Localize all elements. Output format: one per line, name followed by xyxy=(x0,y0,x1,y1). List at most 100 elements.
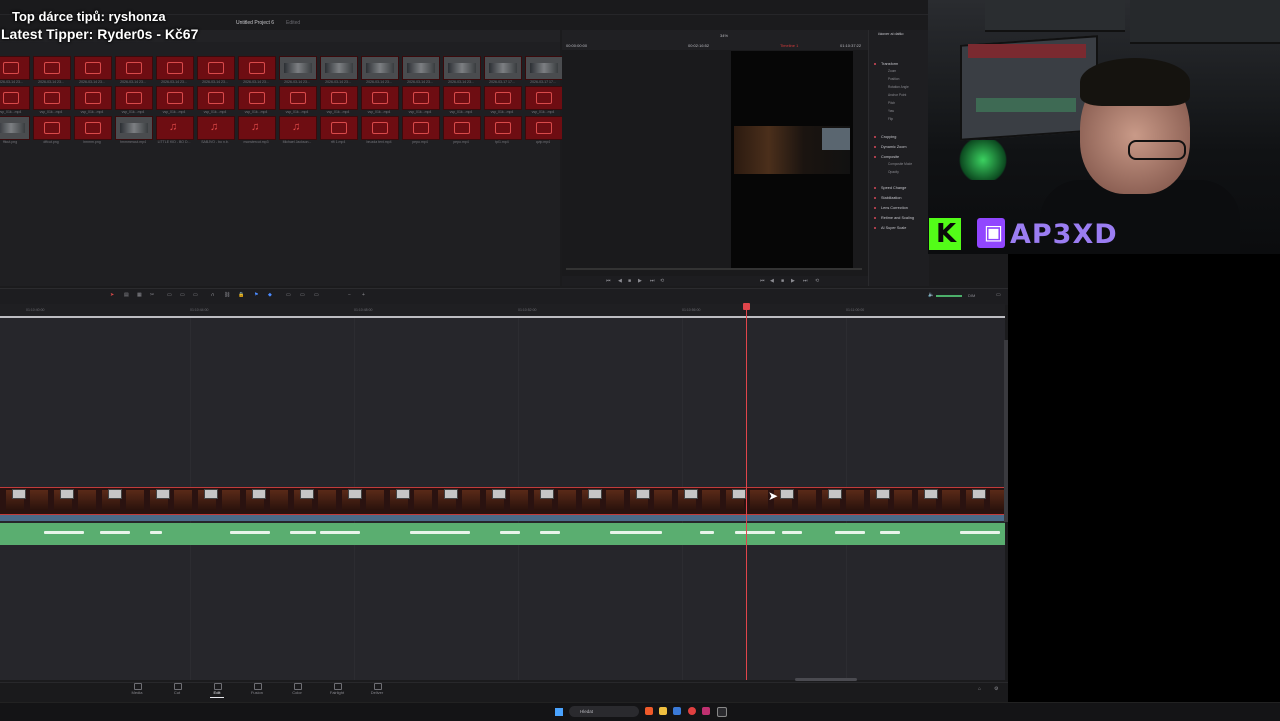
replace-clip-icon[interactable]: ▭ xyxy=(193,292,198,298)
page-tab-edit[interactable]: Edit xyxy=(202,690,232,695)
media-clip-thumbnail[interactable] xyxy=(402,86,440,110)
media-clip-thumbnail[interactable] xyxy=(525,56,563,80)
insert-clip-icon[interactable]: ▭ xyxy=(167,292,172,298)
media-clip-thumbnail[interactable] xyxy=(156,86,194,110)
skip-end-icon[interactable]: ⏭ xyxy=(650,278,655,284)
fairlight-page-icon[interactable] xyxy=(334,683,342,690)
page-tab-fusion[interactable]: Fusion xyxy=(242,690,272,695)
inspector-section[interactable]: Cropping xyxy=(881,135,896,139)
section-toggle-icon[interactable] xyxy=(874,227,876,229)
inspector-section[interactable]: Transform xyxy=(881,62,898,66)
inspector-section[interactable]: Stabilization xyxy=(881,196,901,200)
selection-tool-icon[interactable]: ➤ xyxy=(110,292,114,298)
playhead-handle[interactable] xyxy=(743,303,750,310)
media-clip-thumbnail[interactable]: ♫ xyxy=(279,116,317,140)
zoom-out-icon[interactable]: − xyxy=(348,292,351,298)
media-clip-thumbnail[interactable]: ♫ xyxy=(238,116,276,140)
zoom-detail-icon[interactable]: ▭ xyxy=(300,292,305,298)
media-clip-thumbnail[interactable] xyxy=(525,86,563,110)
media-clip-thumbnail[interactable] xyxy=(238,56,276,80)
section-toggle-icon[interactable] xyxy=(874,146,876,148)
media-clip-thumbnail[interactable] xyxy=(115,56,153,80)
section-toggle-icon[interactable] xyxy=(874,197,876,199)
media-clip-thumbnail[interactable] xyxy=(115,116,153,140)
zoom-custom-icon[interactable]: ▭ xyxy=(314,292,319,298)
viewer-scrubber[interactable] xyxy=(566,268,862,270)
section-toggle-icon[interactable] xyxy=(874,217,876,219)
lock-icon[interactable]: 🔒 xyxy=(238,292,244,298)
tl-stop-icon[interactable]: ■ xyxy=(781,278,784,284)
timeline-name[interactable]: Timeline 1 xyxy=(780,43,798,48)
tl-loop-icon[interactable]: ⟲ xyxy=(815,278,819,284)
media-clip-thumbnail[interactable]: ♫ xyxy=(156,116,194,140)
cut-page-icon[interactable] xyxy=(174,683,182,690)
file-explorer-icon[interactable] xyxy=(659,707,667,715)
tl-step-back-icon[interactable]: ◀ xyxy=(770,278,774,284)
volume-slider[interactable] xyxy=(936,295,962,297)
blade-tool-icon[interactable]: ✂ xyxy=(150,292,154,298)
media-clip-thumbnail[interactable] xyxy=(361,116,399,140)
page-tab-deliver[interactable]: Deliver xyxy=(362,690,392,695)
media-clip-thumbnail[interactable] xyxy=(279,86,317,110)
fusion-page-icon[interactable] xyxy=(254,683,262,690)
dim-button[interactable]: DIM xyxy=(968,293,975,298)
media-clip-thumbnail[interactable]: ♫ xyxy=(197,116,235,140)
flag-icon[interactable]: ⚑ xyxy=(254,292,258,298)
media-clip-thumbnail[interactable] xyxy=(197,56,235,80)
tl-play-icon[interactable]: ▶ xyxy=(791,278,795,284)
media-clip-thumbnail[interactable] xyxy=(320,86,358,110)
section-toggle-icon[interactable] xyxy=(874,136,876,138)
media-clip-thumbnail[interactable] xyxy=(74,56,112,80)
linked-selection-icon[interactable]: ⛓ xyxy=(224,292,230,298)
page-tab-fairlight[interactable]: Fairlight xyxy=(322,690,352,695)
media-clip-thumbnail[interactable] xyxy=(320,56,358,80)
page-tab-cut[interactable]: Cut xyxy=(162,690,192,695)
media-clip-thumbnail[interactable] xyxy=(0,116,30,140)
timeline-horizontal-scrollbar[interactable] xyxy=(795,678,857,681)
viewer-zoom[interactable]: 34% xyxy=(720,33,728,38)
app-icon[interactable] xyxy=(702,707,710,715)
home-icon[interactable]: ⌂ xyxy=(978,686,981,692)
media-clip-thumbnail[interactable] xyxy=(279,56,317,80)
media-clip-thumbnail[interactable] xyxy=(156,56,194,80)
settings-gear-icon[interactable]: ⚙ xyxy=(994,686,998,692)
stop-icon[interactable]: ■ xyxy=(628,278,631,284)
page-tab-color[interactable]: Color xyxy=(282,690,312,695)
deliver-page-icon[interactable] xyxy=(374,683,382,690)
inspector-section[interactable]: Dynamic Zoom xyxy=(881,145,907,149)
media-clip-thumbnail[interactable] xyxy=(402,116,440,140)
section-toggle-icon[interactable] xyxy=(874,156,876,158)
media-clip-thumbnail[interactable] xyxy=(115,86,153,110)
app-icon[interactable] xyxy=(673,707,681,715)
tl-skip-start-icon[interactable]: ⏮ xyxy=(760,278,765,284)
color-page-icon[interactable] xyxy=(294,683,302,690)
media-clip-thumbnail[interactable] xyxy=(238,86,276,110)
edit-page-icon[interactable] xyxy=(214,683,222,690)
media-clip-thumbnail[interactable] xyxy=(0,56,30,80)
snapping-icon[interactable]: ∩ xyxy=(211,292,215,298)
media-clip-thumbnail[interactable] xyxy=(320,116,358,140)
media-clip-thumbnail[interactable] xyxy=(33,56,71,80)
playhead[interactable] xyxy=(746,306,747,680)
media-clip-thumbnail[interactable] xyxy=(33,86,71,110)
page-tab-media[interactable]: Media xyxy=(122,690,152,695)
media-clip-thumbnail[interactable] xyxy=(74,116,112,140)
section-toggle-icon[interactable] xyxy=(874,187,876,189)
skip-start-icon[interactable]: ⏮ xyxy=(606,278,611,284)
dynamic-trim-icon[interactable]: ▦ xyxy=(137,292,142,298)
marker-icon[interactable]: ◆ xyxy=(268,292,272,298)
zoom-in-icon[interactable]: + xyxy=(362,292,365,298)
media-clip-thumbnail[interactable] xyxy=(484,116,522,140)
speaker-icon[interactable]: 🔈 xyxy=(928,292,934,298)
media-clip-thumbnail[interactable] xyxy=(74,86,112,110)
timeline-options-icon[interactable]: ▭ xyxy=(996,292,1001,298)
chrome-icon[interactable] xyxy=(688,707,696,715)
inspector-section[interactable]: AI Super Scale xyxy=(881,226,906,230)
media-clip-thumbnail[interactable] xyxy=(443,86,481,110)
media-clip-thumbnail[interactable] xyxy=(0,86,30,110)
section-toggle-icon[interactable] xyxy=(874,207,876,209)
media-clip-thumbnail[interactable] xyxy=(443,116,481,140)
media-clip-thumbnail[interactable] xyxy=(443,56,481,80)
loop-icon[interactable]: ⟲ xyxy=(660,278,664,284)
section-toggle-icon[interactable] xyxy=(874,63,876,65)
